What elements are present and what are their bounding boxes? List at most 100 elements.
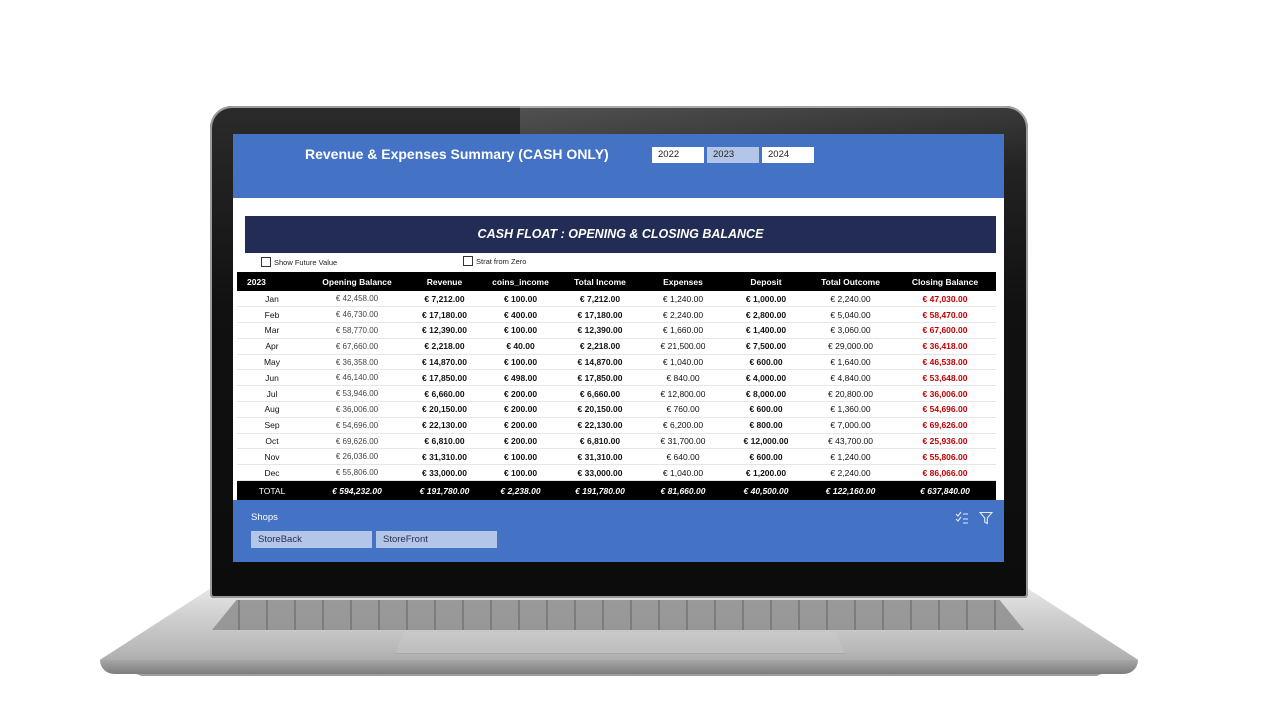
table-row[interactable]: Jan € 42,458.00 € 7,212.00 € 100.00 € 7,212.… <box>237 291 996 308</box>
filter-icon[interactable] <box>979 511 993 525</box>
column-header-total-outcome[interactable]: Total Outcome <box>807 272 894 291</box>
cell-coins-income: € 40.00 <box>482 338 559 355</box>
total-month: TOTAL <box>237 480 307 501</box>
cell-expenses: € 1,660.00 <box>641 322 725 339</box>
cell-opening-balance: € 67,660.00 <box>307 338 407 355</box>
cell-expenses: € 1,040.00 <box>641 464 725 482</box>
cell-month: Dec <box>237 464 307 482</box>
laptop-trackpad <box>395 632 845 654</box>
year-2023-button[interactable]: 2023 <box>707 147 759 163</box>
show-future-label: Show Future Value <box>274 257 338 267</box>
start-from-zero-label: Strat from Zero <box>476 256 527 266</box>
cell-coins-income: € 100.00 <box>482 448 559 466</box>
cell-coins-income: € 200.00 <box>482 433 559 450</box>
cell-revenue: € 31,310.00 <box>407 448 482 466</box>
table-row[interactable]: Nov € 26,036.00 € 31,310.00 € 100.00 € 31,31… <box>237 448 996 466</box>
shop-storeback-button[interactable]: StoreBack <box>251 531 372 548</box>
column-header-deposit[interactable]: Deposit <box>725 272 807 291</box>
cell-month: May <box>237 354 307 371</box>
cell-opening-balance: € 42,458.00 <box>307 291 407 308</box>
shops-title: Shops <box>251 512 278 523</box>
cell-month: Jun <box>237 369 307 387</box>
start-from-zero-toggle[interactable]: Strat from Zero <box>463 256 526 266</box>
cell-total-income: € 17,180.00 <box>559 306 641 324</box>
cell-expenses: € 6,200.00 <box>641 417 725 434</box>
cell-coins-income: € 100.00 <box>482 291 559 308</box>
cell-total-income: € 6,660.00 <box>559 385 641 403</box>
column-header-expenses[interactable]: Expenses <box>641 272 725 291</box>
cell-opening-balance: € 46,140.00 <box>307 369 407 387</box>
shops-slicer: Shops StoreBack StoreFront <box>233 500 1004 562</box>
report-title: Revenue & Expenses Summary (CASH ONLY) <box>305 146 609 162</box>
show-future-toggle[interactable]: Show Future Value <box>261 257 337 267</box>
table-row[interactable]: Sep € 54,696.00 € 22,130.00 € 200.00 € 22,13… <box>237 417 996 434</box>
cell-expenses: € 840.00 <box>641 369 725 387</box>
year-2022-button[interactable]: 2022 <box>652 147 704 163</box>
cell-month: Feb <box>237 306 307 324</box>
cell-opening-balance: € 26,036.00 <box>307 448 407 466</box>
table-row[interactable]: Aug € 36,006.00 € 20,150.00 € 200.00 € 20,15… <box>237 401 996 418</box>
year-2024-button[interactable]: 2024 <box>762 147 814 163</box>
column-header-opening-balance[interactable]: Opening Balance <box>307 272 407 291</box>
cell-total-outcome: € 43,700.00 <box>807 433 894 450</box>
total-total-outcome: € 122,160.00 <box>807 480 894 501</box>
cell-revenue: € 2,218.00 <box>407 338 482 355</box>
total-revenue: € 191,780.00 <box>407 480 482 501</box>
table-row[interactable]: Oct € 69,626.00 € 6,810.00 € 200.00 € 6,810.… <box>237 433 996 450</box>
cell-deposit: € 1,400.00 <box>725 322 807 339</box>
cell-month: Jul <box>237 385 307 403</box>
table-row[interactable]: Feb € 46,730.00 € 17,180.00 € 400.00 € 17,18… <box>237 306 996 324</box>
table-row[interactable]: Mar € 58,770.00 € 12,390.00 € 100.00 € 12,39… <box>237 322 996 339</box>
table-body: Jan € 42,458.00 € 7,212.00 € 100.00 € 7,212.… <box>237 291 996 501</box>
cell-month: Oct <box>237 433 307 450</box>
cell-month: Apr <box>237 338 307 355</box>
dashboard-screen: Revenue & Expenses Summary (CASH ONLY) 2… <box>233 134 1004 562</box>
cell-coins-income: € 100.00 <box>482 464 559 482</box>
cell-deposit: € 1,200.00 <box>725 464 807 482</box>
column-header-year[interactable]: 2023 <box>237 272 307 291</box>
cell-total-income: € 31,310.00 <box>559 448 641 466</box>
table-row[interactable]: May € 36,358.00 € 14,870.00 € 100.00 € 14,87… <box>237 354 996 371</box>
cell-revenue: € 6,810.00 <box>407 433 482 450</box>
cell-expenses: € 12,800.00 <box>641 385 725 403</box>
table-row[interactable]: Apr € 67,660.00 € 2,218.00 € 40.00 € 2,218.0… <box>237 338 996 355</box>
cell-expenses: € 640.00 <box>641 448 725 466</box>
cell-expenses: € 31,700.00 <box>641 433 725 450</box>
cell-closing-balance: € 46,538.00 <box>894 354 996 371</box>
cell-deposit: € 600.00 <box>725 354 807 371</box>
table-row[interactable]: Dec € 55,806.00 € 33,000.00 € 100.00 € 33,00… <box>237 464 996 482</box>
column-header-total-income[interactable]: Total Income <box>559 272 641 291</box>
cell-revenue: € 14,870.00 <box>407 354 482 371</box>
cell-opening-balance: € 69,626.00 <box>307 433 407 450</box>
column-header-coins-income[interactable]: coins_income <box>482 272 559 291</box>
shop-storefront-button[interactable]: StoreFront <box>376 531 497 548</box>
cell-expenses: € 2,240.00 <box>641 306 725 324</box>
cell-expenses: € 21,500.00 <box>641 338 725 355</box>
cell-total-income: € 14,870.00 <box>559 354 641 371</box>
cell-coins-income: € 400.00 <box>482 306 559 324</box>
top-bar: Revenue & Expenses Summary (CASH ONLY) 2… <box>233 134 1004 198</box>
total-opening-balance: € 594,232.00 <box>307 480 407 501</box>
total-coins-income: € 2,238.00 <box>482 480 559 501</box>
show-future-checkbox[interactable] <box>261 257 271 267</box>
cell-revenue: € 17,180.00 <box>407 306 482 324</box>
cell-total-income: € 12,390.00 <box>559 322 641 339</box>
cell-revenue: € 20,150.00 <box>407 401 482 418</box>
cell-opening-balance: € 58,770.00 <box>307 322 407 339</box>
cell-total-income: € 20,150.00 <box>559 401 641 418</box>
cell-revenue: € 7,212.00 <box>407 291 482 308</box>
table-row[interactable]: Jun € 46,140.00 € 17,850.00 € 498.00 € 17,85… <box>237 369 996 387</box>
start-from-zero-checkbox[interactable] <box>463 256 473 266</box>
cell-total-income: € 7,212.00 <box>559 291 641 308</box>
cell-deposit: € 800.00 <box>725 417 807 434</box>
cell-total-outcome: € 3,060.00 <box>807 322 894 339</box>
table-row[interactable]: Jul € 53,946.00 € 6,660.00 € 200.00 € 6,660.… <box>237 385 996 403</box>
cell-closing-balance: € 54,696.00 <box>894 401 996 418</box>
cell-revenue: € 33,000.00 <box>407 464 482 482</box>
clear-selections-icon[interactable] <box>955 511 969 525</box>
cell-opening-balance: € 54,696.00 <box>307 417 407 434</box>
cell-opening-balance: € 36,358.00 <box>307 354 407 371</box>
cell-total-income: € 6,810.00 <box>559 433 641 450</box>
column-header-revenue[interactable]: Revenue <box>407 272 482 291</box>
column-header-closing-balance[interactable]: Closing Balance <box>894 272 996 291</box>
